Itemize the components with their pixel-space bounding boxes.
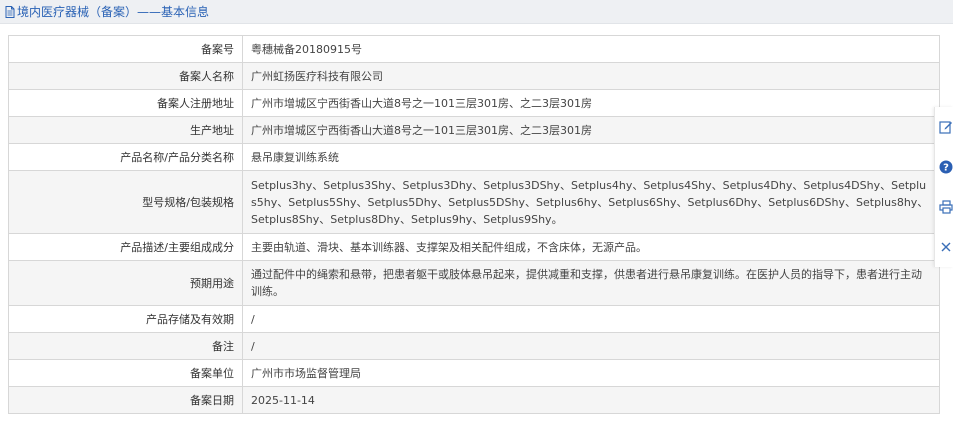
table-row: 备案单位 广州市市场监督管理局	[8, 359, 940, 387]
field-label: 产品存储及有效期	[8, 305, 243, 333]
edit-icon[interactable]	[937, 107, 953, 147]
field-label: 备案日期	[8, 386, 243, 414]
document-icon	[5, 5, 15, 18]
table-row: 备案号 粤穗械备20180915号	[8, 35, 940, 63]
table-row: 备案人注册地址 广州市增城区宁西街香山大道8号之一101三层301房、之二3层3…	[8, 89, 940, 117]
table-row: 生产地址 广州市增城区宁西街香山大道8号之一101三层301房、之二3层301房	[8, 116, 940, 144]
table-row: 预期用途 通过配件中的绳索和悬带，把患者躯干或肢体悬吊起来，提供减重和支撑，供患…	[8, 260, 940, 306]
field-label: 备案人注册地址	[8, 89, 243, 117]
field-label: 生产地址	[8, 116, 243, 144]
table-row: 产品存储及有效期 /	[8, 305, 940, 333]
field-value: 通过配件中的绳索和悬带，把患者躯干或肢体悬吊起来，提供减重和支撑，供患者进行悬吊…	[242, 260, 940, 306]
field-value: /	[242, 305, 940, 333]
table-row: 备案人名称 广州虹扬医疗科技有限公司	[8, 62, 940, 90]
close-icon[interactable]	[937, 227, 953, 267]
field-value: 悬吊康复训练系统	[242, 143, 940, 171]
field-label: 备案人名称	[8, 62, 243, 90]
field-value: /	[242, 332, 940, 360]
table-row: 产品名称/产品分类名称 悬吊康复训练系统	[8, 143, 940, 171]
field-label: 备注	[8, 332, 243, 360]
svg-text:?: ?	[943, 163, 949, 174]
page-header: 境内医疗器械（备案）——基本信息	[0, 0, 953, 24]
field-label: 备案号	[8, 35, 243, 63]
table-row: 备案日期 2025-11-14	[8, 386, 940, 414]
side-toolbar: ?	[934, 107, 953, 267]
table-row: 产品描述/主要组成成分 主要由轨道、滑块、基本训练器、支撑架及相关配件组成，不含…	[8, 233, 940, 261]
table-row: 备注 /	[8, 332, 940, 360]
help-icon[interactable]: ?	[937, 147, 953, 187]
info-table: 备案号 粤穗械备20180915号 备案人名称 广州虹扬医疗科技有限公司 备案人…	[8, 35, 940, 414]
field-value: 2025-11-14	[242, 386, 940, 414]
page-title: 境内医疗器械（备案）——基本信息	[17, 5, 210, 19]
table-row: 型号规格/包装规格 Setplus3hy、Setplus3Shy、Setplus…	[8, 170, 940, 234]
print-icon[interactable]	[937, 187, 953, 227]
field-label: 产品描述/主要组成成分	[8, 233, 243, 261]
field-label: 产品名称/产品分类名称	[8, 143, 243, 171]
field-value: 粤穗械备20180915号	[242, 35, 940, 63]
field-label: 备案单位	[8, 359, 243, 387]
field-label: 型号规格/包装规格	[8, 170, 243, 234]
field-label: 预期用途	[8, 260, 243, 306]
field-value: 主要由轨道、滑块、基本训练器、支撑架及相关配件组成，不含床体，无源产品。	[242, 233, 940, 261]
field-value: 广州虹扬医疗科技有限公司	[242, 62, 940, 90]
field-value: Setplus3hy、Setplus3Shy、Setplus3Dhy、Setpl…	[242, 170, 940, 234]
field-value: 广州市增城区宁西街香山大道8号之一101三层301房、之二3层301房	[242, 89, 940, 117]
field-value: 广州市市场监督管理局	[242, 359, 940, 387]
field-value: 广州市增城区宁西街香山大道8号之一101三层301房、之二3层301房	[242, 116, 940, 144]
